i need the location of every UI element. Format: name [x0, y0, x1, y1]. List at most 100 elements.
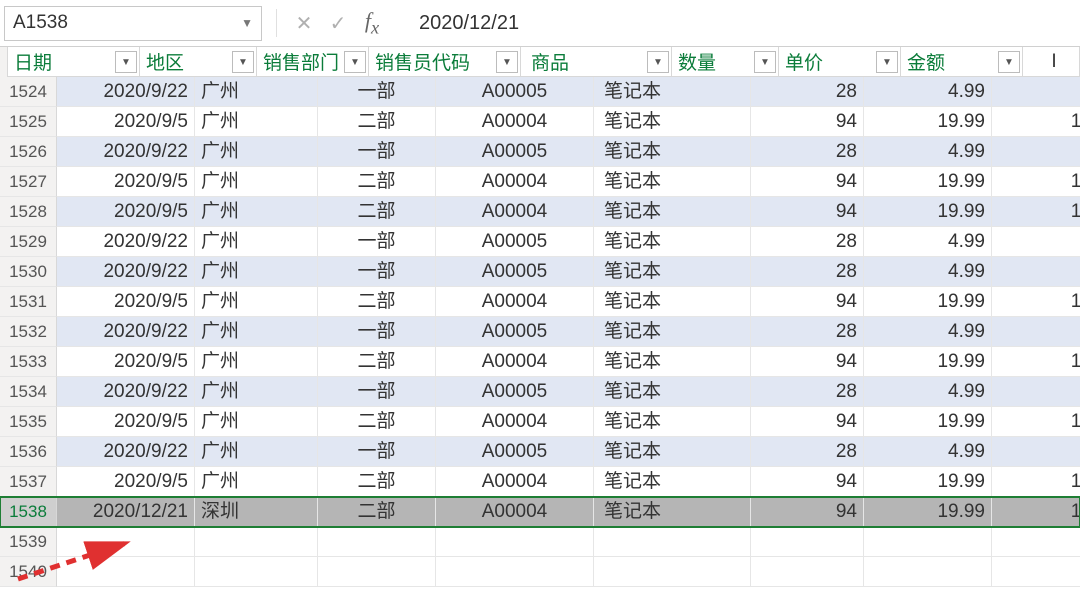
cell[interactable]: 广州	[195, 467, 318, 497]
cell[interactable]: 19.99	[864, 407, 992, 437]
col-header-amount[interactable]: 金额▼	[901, 47, 1023, 77]
table-row[interactable]: 15362020/9/22广州一部A00005笔记本284.99140	[0, 437, 1080, 467]
cell[interactable]: 140	[992, 137, 1080, 167]
cell[interactable]: 笔记本	[594, 347, 751, 377]
cell[interactable]	[436, 557, 594, 587]
cell[interactable]: 28	[751, 137, 864, 167]
cell[interactable]: 19.99	[864, 497, 992, 527]
table-row[interactable]: 15282020/9/5广州二部A00004笔记本9419.991879	[0, 197, 1080, 227]
cell[interactable]	[751, 557, 864, 587]
chevron-down-icon[interactable]: ▼	[241, 16, 253, 30]
cell[interactable]: 一部	[318, 137, 436, 167]
cell[interactable]: 4.99	[864, 77, 992, 107]
row-header[interactable]: 1533	[0, 347, 57, 377]
cell[interactable]: 4.99	[864, 317, 992, 347]
row-header[interactable]: 1528	[0, 197, 57, 227]
cell[interactable]: 广州	[195, 437, 318, 467]
cell[interactable]	[195, 527, 318, 557]
cell[interactable]: 广州	[195, 77, 318, 107]
table-row[interactable]: 15342020/9/22广州一部A00005笔记本284.99140	[0, 377, 1080, 407]
cell[interactable]	[864, 527, 992, 557]
row-header[interactable]: 1532	[0, 317, 57, 347]
row-header[interactable]: 1526	[0, 137, 57, 167]
row-header[interactable]: 1531	[0, 287, 57, 317]
cell[interactable]: 笔记本	[594, 317, 751, 347]
cell[interactable]: 2020/9/22	[57, 77, 195, 107]
cell[interactable]: 二部	[318, 167, 436, 197]
cell[interactable]: 一部	[318, 77, 436, 107]
cell[interactable]: A00004	[436, 407, 594, 437]
cell[interactable]: 1879	[992, 287, 1080, 317]
cell[interactable]	[318, 527, 436, 557]
cell[interactable]: 广州	[195, 287, 318, 317]
cell[interactable]: 一部	[318, 227, 436, 257]
cell[interactable]: 广州	[195, 107, 318, 137]
cell[interactable]	[57, 527, 195, 557]
cell[interactable]: 1879	[992, 347, 1080, 377]
cell[interactable]: A00004	[436, 347, 594, 377]
col-header-code[interactable]: 销售员代码▼	[369, 47, 521, 77]
confirm-icon[interactable]: ✓	[321, 11, 355, 36]
cell[interactable]	[594, 557, 751, 587]
cell[interactable]: 广州	[195, 137, 318, 167]
cell[interactable]: 一部	[318, 437, 436, 467]
select-all-corner[interactable]	[0, 47, 8, 78]
cell[interactable]: 2020/9/22	[57, 257, 195, 287]
cell[interactable]: 94	[751, 287, 864, 317]
table-row[interactable]: 15242020/9/22广州一部A00005笔记本284.99140	[0, 77, 1080, 107]
table-row[interactable]: 15352020/9/5广州二部A00004笔记本9419.991879	[0, 407, 1080, 437]
row-header[interactable]: 1525	[0, 107, 57, 137]
cell[interactable]: 94	[751, 167, 864, 197]
filter-dropdown-icon[interactable]: ▼	[344, 51, 366, 73]
cell[interactable]: 笔记本	[594, 167, 751, 197]
cell[interactable]: 2020/9/5	[57, 407, 195, 437]
cell[interactable]: 2020/9/5	[57, 347, 195, 377]
table-row[interactable]: 15332020/9/5广州二部A00004笔记本9419.991879	[0, 347, 1080, 377]
row-header[interactable]: 1527	[0, 167, 57, 197]
row-header[interactable]: 1535	[0, 407, 57, 437]
cell[interactable]: 广州	[195, 347, 318, 377]
cell[interactable]: 二部	[318, 497, 436, 527]
cell[interactable]: 二部	[318, 107, 436, 137]
filter-dropdown-icon[interactable]: ▼	[496, 51, 518, 73]
cell[interactable]: 二部	[318, 347, 436, 377]
filter-dropdown-icon[interactable]: ▼	[998, 51, 1020, 73]
cell[interactable]: 二部	[318, 287, 436, 317]
cell[interactable]: 2020/9/22	[57, 317, 195, 347]
cell[interactable]: 4.99	[864, 137, 992, 167]
row-header[interactable]: 1540	[0, 557, 57, 587]
cell[interactable]: 19.99	[864, 107, 992, 137]
cell[interactable]	[594, 527, 751, 557]
cell[interactable]: 19.99	[864, 197, 992, 227]
cell[interactable]: 94	[751, 407, 864, 437]
filter-dropdown-icon[interactable]: ▼	[232, 51, 254, 73]
cell[interactable]: 94	[751, 197, 864, 227]
table-row[interactable]: 15322020/9/22广州一部A00005笔记本284.99140	[0, 317, 1080, 347]
cell[interactable]: 笔记本	[594, 287, 751, 317]
col-header-i[interactable]: I	[1023, 47, 1080, 77]
cell[interactable]: 广州	[195, 317, 318, 347]
cell[interactable]: A00005	[436, 377, 594, 407]
cell[interactable]: 19.99	[864, 347, 992, 377]
cell[interactable]: 2020/9/5	[57, 467, 195, 497]
cell[interactable]: 28	[751, 377, 864, 407]
cell[interactable]: 19.99	[864, 467, 992, 497]
cell[interactable]: A00004	[436, 287, 594, 317]
cell[interactable]: 笔记本	[594, 107, 751, 137]
cell[interactable]: A00005	[436, 317, 594, 347]
filter-dropdown-icon[interactable]: ▼	[754, 51, 776, 73]
cell[interactable]: 4.99	[864, 377, 992, 407]
cell[interactable]: 2020/9/22	[57, 437, 195, 467]
cell[interactable]: 28	[751, 317, 864, 347]
cell[interactable]: 140	[992, 257, 1080, 287]
cell[interactable]: 深圳	[195, 497, 318, 527]
cell[interactable]: 140	[992, 77, 1080, 107]
cell[interactable]	[992, 557, 1080, 587]
cell[interactable]: 广州	[195, 377, 318, 407]
table-row[interactable]: 1539	[0, 527, 1080, 557]
cell[interactable]: 广州	[195, 407, 318, 437]
cell[interactable]: 140	[992, 227, 1080, 257]
col-header-price[interactable]: 单价▼	[779, 47, 901, 77]
cell[interactable]: A00005	[436, 437, 594, 467]
cell[interactable]	[992, 527, 1080, 557]
